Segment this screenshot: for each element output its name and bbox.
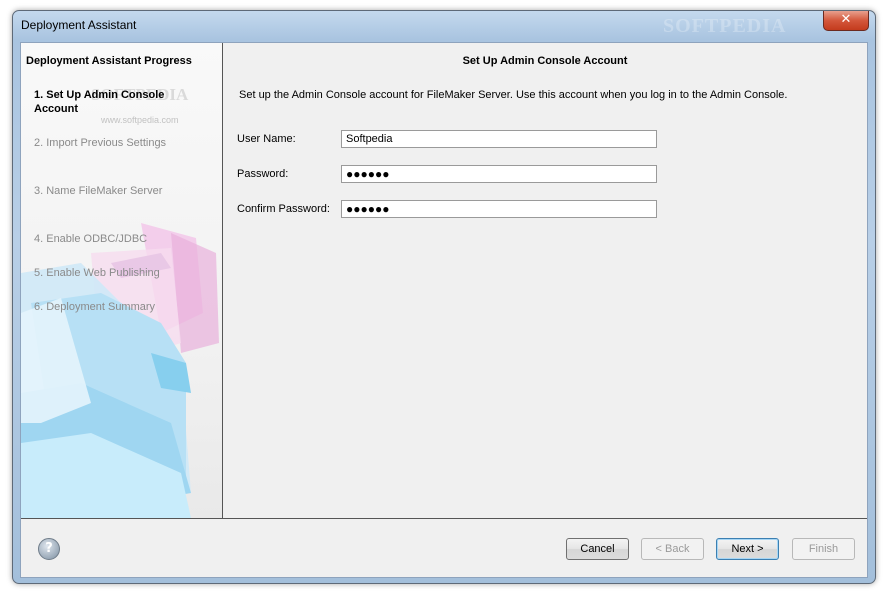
back-button[interactable]: < Back: [641, 538, 704, 560]
window-title: Deployment Assistant: [21, 18, 137, 32]
step-3-name-server: 3. Name FileMaker Server: [34, 185, 163, 197]
user-name-field[interactable]: Softpedia: [341, 130, 657, 148]
softpedia-url-watermark: www.softpedia.com: [101, 115, 179, 125]
step-2-import-settings: 2. Import Previous Settings: [34, 137, 167, 149]
main-panel: Set Up Admin Console Account Set up the …: [223, 43, 867, 519]
step-1-admin-console: 1. Set Up Admin Console Account: [34, 89, 165, 115]
finish-button[interactable]: Finish: [792, 538, 855, 560]
help-button[interactable]: ?: [38, 538, 60, 560]
progress-title: Deployment Assistant Progress: [26, 55, 192, 67]
dialog-body: SOFTPEDIA www.softpedia.com Deployment A…: [20, 42, 868, 578]
intro-text: Set up the Admin Console account for Fil…: [239, 89, 788, 101]
confirm-password-field[interactable]: ●●●●●●: [341, 200, 657, 218]
progress-panel: SOFTPEDIA www.softpedia.com Deployment A…: [21, 43, 223, 519]
user-name-label: User Name:: [237, 133, 296, 145]
button-bar: ? Cancel < Back Next > Finish: [21, 519, 867, 577]
title-bar[interactable]: Deployment Assistant SOFTPEDIA ✕: [13, 11, 875, 41]
close-button[interactable]: ✕: [823, 11, 869, 31]
step-6-deployment-summary: 6. Deployment Summary: [34, 301, 156, 313]
title-watermark: SOFTPEDIA: [663, 15, 787, 37]
confirm-password-label: Confirm Password:: [237, 203, 330, 215]
next-button[interactable]: Next >: [716, 538, 779, 560]
deployment-assistant-window: Deployment Assistant SOFTPEDIA ✕ SOFTPED…: [12, 10, 876, 584]
step-4-odbc-jdbc: 4. Enable ODBC/JDBC: [34, 233, 148, 245]
page-title: Set Up Admin Console Account: [462, 55, 628, 67]
step-5-web-publishing: 5. Enable Web Publishing: [34, 267, 160, 279]
password-label: Password:: [237, 168, 289, 180]
cancel-button[interactable]: Cancel: [566, 538, 629, 560]
password-field[interactable]: ●●●●●●: [341, 165, 657, 183]
